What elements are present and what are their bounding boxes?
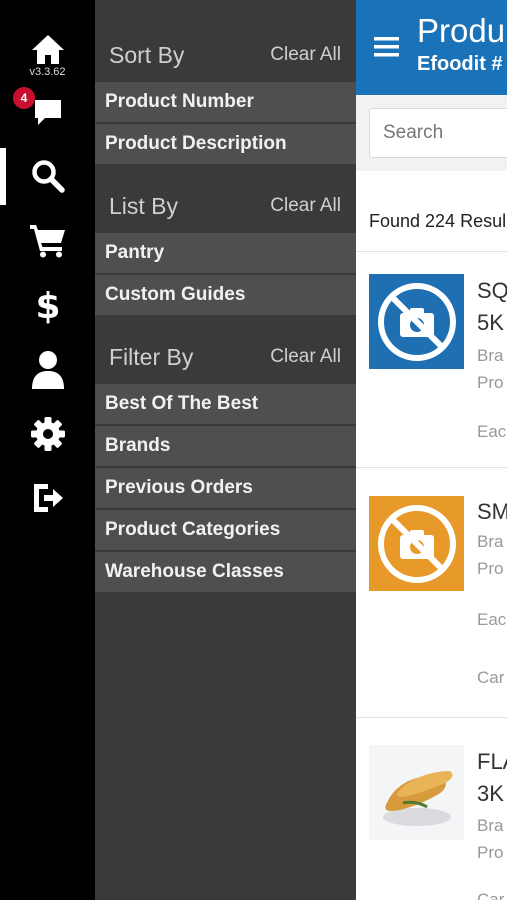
filter-section-header: Filter By Clear All <box>95 332 356 382</box>
account-button[interactable] <box>0 347 95 391</box>
list-section-header: List By Clear All <box>95 181 356 231</box>
product-name-line2: 5K <box>477 310 504 335</box>
sort-clear-all-button[interactable]: Clear All <box>270 44 341 66</box>
food-photo <box>369 745 464 840</box>
product-thumbnail <box>369 274 464 369</box>
product-number: Pro <box>477 373 504 392</box>
sort-by-title: Sort By <box>109 41 185 68</box>
product-number: Pro <box>477 559 504 578</box>
product-name-line2: 3K <box>477 781 504 806</box>
search-input[interactable]: Search <box>369 108 507 158</box>
no-photo-icon <box>377 282 456 361</box>
product-thumbnail <box>369 745 464 840</box>
product-brand: Bra <box>477 346 504 365</box>
app-version: v3.3.62 <box>29 65 66 78</box>
no-photo-icon <box>377 504 456 583</box>
filter-option-product-categories[interactable]: Product Categories <box>95 510 356 550</box>
icon-rail: v3.3.62 4 $ <box>0 0 95 900</box>
filter-clear-all-button[interactable]: Clear All <box>270 346 341 368</box>
dollar-icon: $ <box>36 286 60 325</box>
chat-icon <box>34 100 61 125</box>
search-nav-button[interactable] <box>0 155 95 197</box>
settings-button[interactable] <box>0 414 95 454</box>
product-card[interactable]: SQ 5K Bra Pro Eac <box>356 251 507 467</box>
product-card[interactable]: SM Bra Pro Eac Car <box>356 467 507 717</box>
gear-icon <box>30 417 65 451</box>
sort-option-product-number[interactable]: Product Number <box>95 82 356 122</box>
product-unit: Eac <box>477 422 507 441</box>
list-option-custom-guides[interactable]: Custom Guides <box>95 275 356 315</box>
logout-icon <box>33 484 63 512</box>
product-brand: Bra <box>477 816 504 835</box>
filter-option-previous-orders[interactable]: Previous Orders <box>95 468 356 508</box>
filter-option-warehouse-classes[interactable]: Warehouse Classes <box>95 552 356 592</box>
user-icon <box>31 351 64 389</box>
home-icon <box>31 34 64 64</box>
product-thumbnail <box>369 496 464 591</box>
list-option-pantry[interactable]: Pantry <box>95 233 356 273</box>
filter-option-brands[interactable]: Brands <box>95 426 356 466</box>
list-by-title: List By <box>109 192 179 219</box>
product-card[interactable]: FLA 3K Bra Pro Car <box>356 717 507 900</box>
product-brand: Bra <box>477 532 504 551</box>
search-icon <box>31 160 65 193</box>
cart-button[interactable] <box>0 220 95 260</box>
main-panel: Produ Efoodit # Search Found 224 Resul S… <box>356 0 507 900</box>
product-number: Pro <box>477 843 504 862</box>
svg-text:$: $ <box>36 286 60 325</box>
page-title: Produ <box>417 12 506 49</box>
product-name-line1: FLA <box>477 749 507 774</box>
product-case: Car <box>477 890 505 900</box>
sort-option-product-description[interactable]: Product Description <box>95 124 356 164</box>
filter-option-best-of-the-best[interactable]: Best Of The Best <box>95 384 356 424</box>
filter-by-title: Filter By <box>109 343 194 370</box>
account-subtitle: Efoodit # <box>417 53 503 75</box>
product-name-line1: SM <box>477 499 507 524</box>
product-name-line1: SQ <box>477 278 507 303</box>
search-bar: Search <box>356 95 507 171</box>
product-unit: Eac <box>477 610 507 629</box>
pricing-button[interactable]: $ <box>0 284 95 326</box>
home-button[interactable]: v3.3.62 <box>0 30 95 80</box>
top-bar: Produ Efoodit # <box>356 0 507 95</box>
hamburger-menu-icon[interactable] <box>374 37 399 57</box>
list-clear-all-button[interactable]: Clear All <box>270 195 341 217</box>
product-case: Car <box>477 668 505 687</box>
messages-badge: 4 <box>13 87 35 109</box>
filter-drawer: Sort By Clear All Product Number Product… <box>95 0 356 900</box>
sort-section-header: Sort By Clear All <box>95 30 356 80</box>
logout-button[interactable] <box>0 478 95 518</box>
cart-icon <box>29 225 65 258</box>
results-count: Found 224 Resul <box>369 211 507 231</box>
